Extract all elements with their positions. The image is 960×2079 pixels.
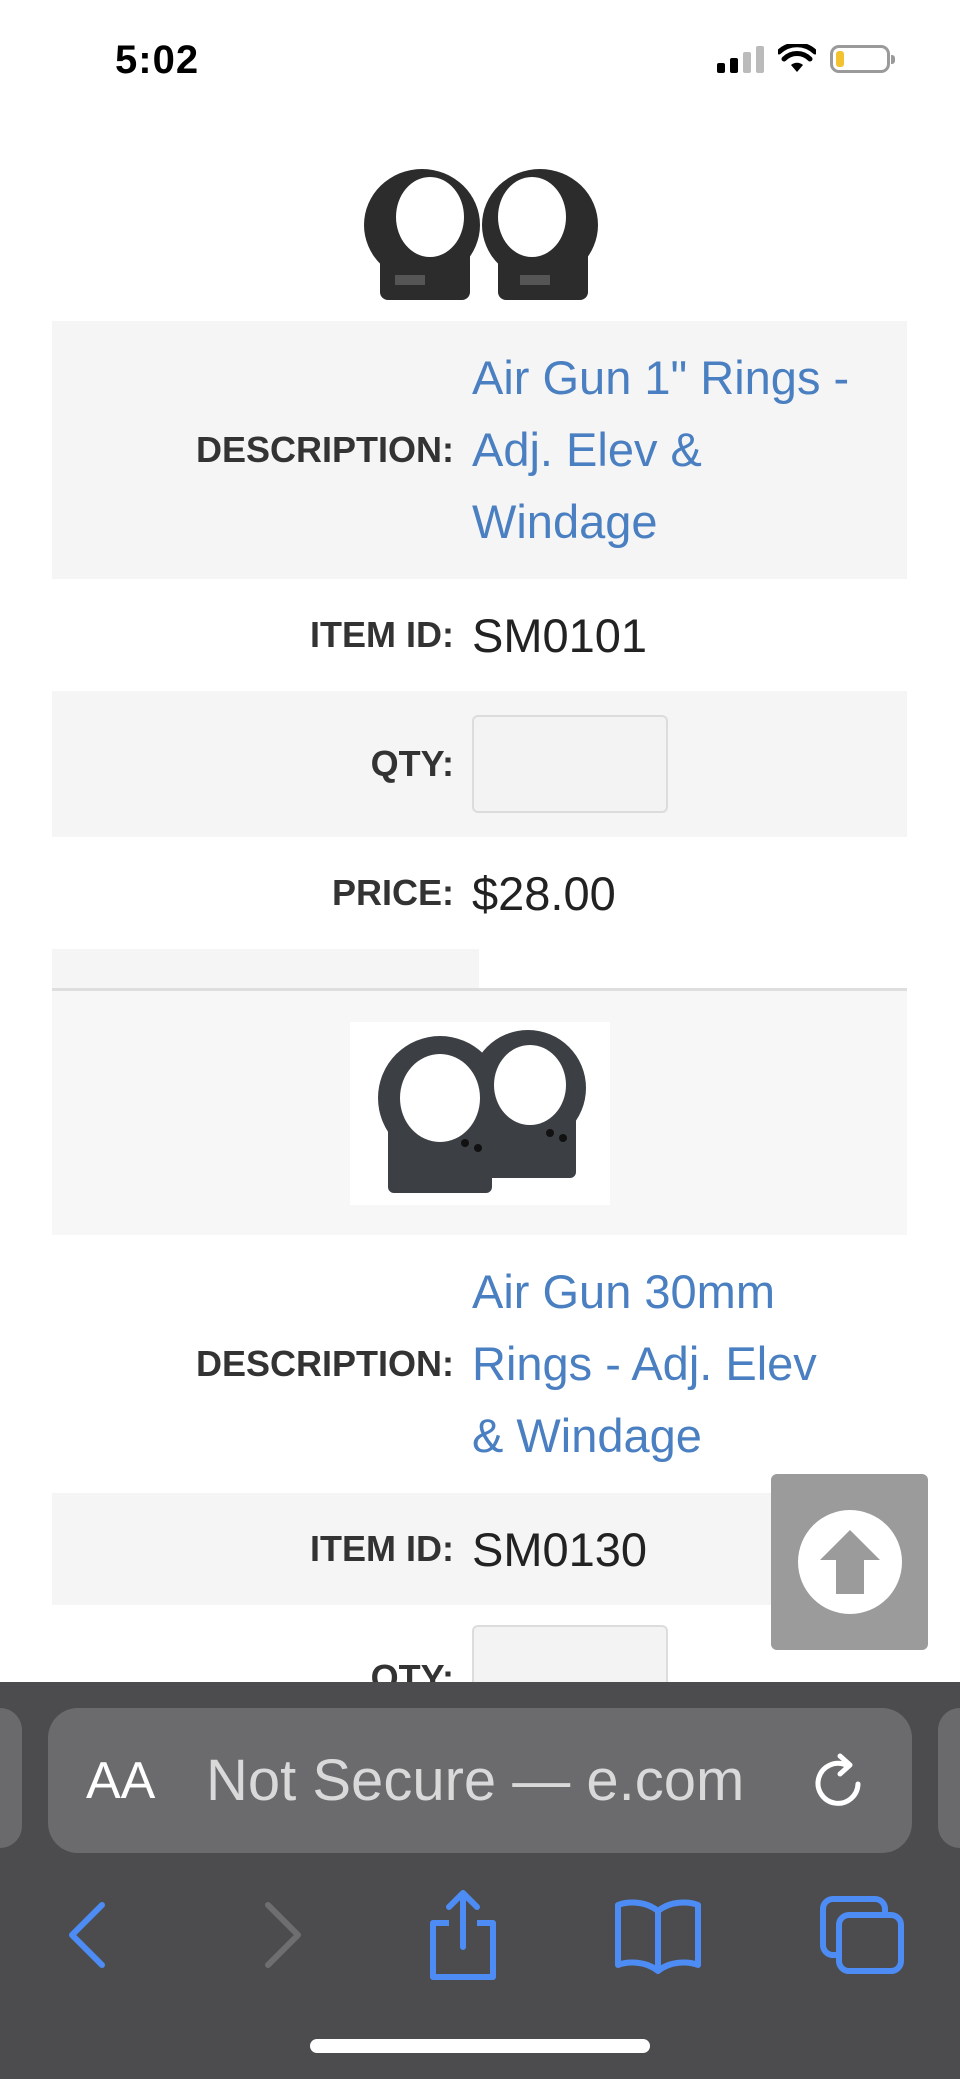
book-icon	[615, 1899, 701, 1974]
browser-nav-row	[0, 1880, 960, 1990]
status-bar: 5:02	[0, 0, 960, 120]
forward-button[interactable]	[228, 1880, 338, 1990]
cellular-signal-icon	[717, 45, 764, 73]
next-tab-peek[interactable]	[938, 1708, 960, 1848]
chevron-left-icon	[69, 1902, 105, 1968]
description-label: DESCRIPTION:	[195, 1343, 454, 1384]
scope-rings-image	[363, 169, 598, 300]
tabs-button[interactable]	[808, 1880, 918, 1990]
reader-settings-button[interactable]: AA	[86, 1751, 155, 1811]
product-2-description-link[interactable]: Air Gun 30mm Rings - Adj. Elev & Windage	[472, 1256, 907, 1472]
product-2-description-row: DESCRIPTION: Air Gun 30mm Rings - Adj. E…	[52, 1235, 907, 1493]
product-1-description-row: DESCRIPTION: Air Gun 1" Rings - Adj. Ele…	[52, 321, 907, 579]
back-button[interactable]	[32, 1880, 142, 1990]
product-1-price-row: PRICE: $28.00	[52, 837, 907, 949]
status-time: 5:02	[115, 38, 200, 82]
chevron-right-icon	[265, 1902, 301, 1968]
product-1-qty-row: QTY:	[52, 691, 907, 837]
url-display[interactable]: Not Secure — e.com	[206, 1747, 744, 1814]
spacer-cell	[52, 949, 479, 989]
qty-label: QTY:	[370, 743, 454, 784]
scroll-to-top-button[interactable]	[771, 1474, 928, 1650]
share-icon	[430, 1890, 496, 1980]
product-1-qty-input[interactable]	[472, 715, 668, 813]
share-button[interactable]	[408, 1880, 518, 1990]
item-id-label: ITEM ID:	[310, 1528, 454, 1569]
wifi-icon	[778, 44, 816, 72]
product-1-item-id-row: ITEM ID: SM0101	[52, 579, 907, 691]
battery-icon	[830, 45, 895, 73]
product-2-qty-input[interactable]	[472, 1625, 668, 1682]
scope-rings-30mm-image	[377, 1030, 586, 1193]
tabs-icon	[820, 1896, 904, 1974]
product-1-item-id: SM0101	[472, 608, 648, 662]
reload-icon[interactable]	[810, 1750, 868, 1812]
product-1-description-link[interactable]: Air Gun 1" Rings - Adj. Elev & Windage	[472, 342, 907, 558]
status-icons	[717, 44, 895, 74]
item-id-label: ITEM ID:	[310, 614, 454, 655]
product-image-row	[52, 991, 907, 1235]
price-label: PRICE:	[331, 872, 454, 913]
address-bar[interactable]: AA Not Secure — e.com	[48, 1708, 912, 1853]
description-label: DESCRIPTION:	[195, 429, 454, 470]
bookmarks-button[interactable]	[603, 1880, 713, 1990]
home-indicator[interactable]	[310, 2039, 650, 2053]
qty-label: QTY:	[370, 1657, 454, 1682]
product-1-price: $28.00	[472, 866, 616, 920]
product-image-row	[52, 155, 907, 315]
previous-tab-peek[interactable]	[0, 1708, 22, 1848]
arrow-up-icon	[797, 1510, 902, 1614]
